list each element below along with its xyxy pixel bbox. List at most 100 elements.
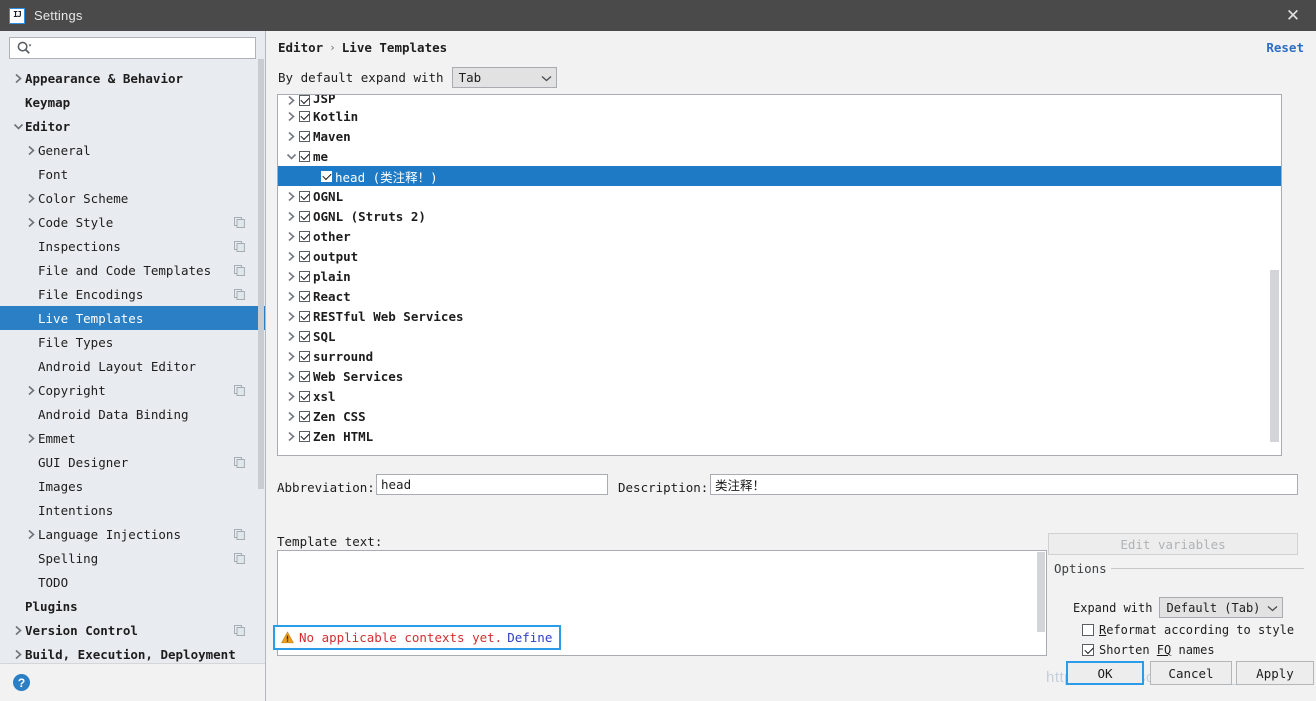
breadcrumb-root[interactable]: Editor [278, 40, 323, 55]
chevron-down-icon[interactable] [283, 152, 299, 161]
sidebar-item-file-types[interactable]: File Types [0, 330, 265, 354]
template-tree-row[interactable]: other [278, 226, 1281, 246]
help-icon[interactable]: ? [13, 674, 30, 691]
template-tree-row[interactable]: me [278, 146, 1281, 166]
sidebar-item-copyright[interactable]: Copyright [0, 378, 265, 402]
sidebar-scrollbar[interactable] [258, 59, 264, 489]
template-tree-row[interactable]: Kotlin [278, 106, 1281, 126]
template-tree-row[interactable]: plain [278, 266, 1281, 286]
chevron-right-icon[interactable] [283, 191, 299, 202]
chevron-right-icon[interactable] [283, 251, 299, 262]
define-context-link[interactable]: Define [507, 630, 552, 645]
chevron-right-icon[interactable] [283, 271, 299, 282]
chevron-right-icon[interactable] [283, 411, 299, 422]
edit-variables-button[interactable]: Edit variables [1048, 533, 1298, 555]
chevron-right-icon[interactable] [283, 111, 299, 122]
template-tree-row[interactable]: OGNL [278, 186, 1281, 206]
chevron-right-icon[interactable] [24, 433, 38, 444]
sidebar-item-editor[interactable]: Editor [0, 114, 265, 138]
template-tree-row[interactable]: head (类注释！) [278, 166, 1281, 186]
sidebar-item-todo[interactable]: TODO [0, 570, 265, 594]
chevron-right-icon[interactable] [283, 131, 299, 142]
template-enabled-checkbox[interactable] [299, 211, 310, 222]
sidebar-item-general[interactable]: General [0, 138, 265, 162]
description-input[interactable] [710, 474, 1298, 495]
template-text-scrollbar[interactable] [1037, 552, 1045, 632]
sidebar-item-intentions[interactable]: Intentions [0, 498, 265, 522]
template-tree-row[interactable]: SQL [278, 326, 1281, 346]
sidebar-item-live-templates[interactable]: Live Templates [0, 306, 265, 330]
sidebar-item-inspections[interactable]: Inspections [0, 234, 265, 258]
template-enabled-checkbox[interactable] [299, 291, 310, 302]
sidebar-item-android-data-binding[interactable]: Android Data Binding [0, 402, 265, 426]
chevron-down-icon[interactable] [11, 122, 25, 131]
chevron-right-icon[interactable] [24, 385, 38, 396]
template-tree-row[interactable]: Zen HTML [278, 426, 1281, 446]
template-enabled-checkbox[interactable] [299, 391, 310, 402]
abbreviation-input[interactable] [376, 474, 608, 495]
template-enabled-checkbox[interactable] [299, 151, 310, 162]
chevron-right-icon[interactable] [283, 291, 299, 302]
template-tree-row[interactable]: Zen CSS [278, 406, 1281, 426]
context-warning-bar[interactable]: No applicable contexts yet. Define [273, 625, 561, 650]
chevron-right-icon[interactable] [283, 211, 299, 222]
template-tree-row[interactable]: xsl [278, 386, 1281, 406]
reset-link[interactable]: Reset [1266, 40, 1304, 55]
template-enabled-checkbox[interactable] [299, 371, 310, 382]
sidebar-item-file-encodings[interactable]: File Encodings [0, 282, 265, 306]
sidebar-item-font[interactable]: Font [0, 162, 265, 186]
chevron-right-icon[interactable] [24, 217, 38, 228]
template-enabled-checkbox[interactable] [299, 111, 310, 122]
template-enabled-checkbox[interactable] [299, 191, 310, 202]
sidebar-item-file-and-code-templates[interactable]: File and Code Templates [0, 258, 265, 282]
sidebar-item-images[interactable]: Images [0, 474, 265, 498]
chevron-right-icon[interactable] [283, 331, 299, 342]
template-enabled-checkbox[interactable] [321, 171, 332, 182]
chevron-right-icon[interactable] [283, 95, 299, 106]
chevron-right-icon[interactable] [11, 649, 25, 660]
ok-button[interactable]: OK [1066, 661, 1144, 685]
chevron-right-icon[interactable] [283, 371, 299, 382]
template-tree-row[interactable]: RESTful Web Services [278, 306, 1281, 326]
template-enabled-checkbox[interactable] [299, 251, 310, 262]
template-tree-row[interactable]: Maven [278, 126, 1281, 146]
apply-button[interactable]: Apply [1236, 661, 1314, 685]
chevron-right-icon[interactable] [11, 73, 25, 84]
template-tree-row[interactable]: React [278, 286, 1281, 306]
chevron-right-icon[interactable] [11, 625, 25, 636]
sidebar-item-language-injections[interactable]: Language Injections [0, 522, 265, 546]
template-enabled-checkbox[interactable] [299, 311, 310, 322]
search-input[interactable] [32, 38, 255, 58]
chevron-right-icon[interactable] [283, 431, 299, 442]
sidebar-item-android-layout-editor[interactable]: Android Layout Editor [0, 354, 265, 378]
template-tree-row[interactable]: OGNL (Struts 2) [278, 206, 1281, 226]
chevron-right-icon[interactable] [283, 351, 299, 362]
template-enabled-checkbox[interactable] [299, 231, 310, 242]
chevron-right-icon[interactable] [283, 231, 299, 242]
template-tree-row[interactable]: output [278, 246, 1281, 266]
search-box[interactable] [9, 37, 256, 59]
template-enabled-checkbox[interactable] [299, 431, 310, 442]
template-enabled-checkbox[interactable] [299, 351, 310, 362]
template-tree-row[interactable]: Web Services [278, 366, 1281, 386]
chevron-right-icon[interactable] [283, 391, 299, 402]
template-tree-row[interactable]: JSP [278, 95, 1281, 106]
default-expand-select[interactable]: Tab [452, 67, 557, 88]
sidebar-item-gui-designer[interactable]: GUI Designer [0, 450, 265, 474]
sidebar-item-keymap[interactable]: Keymap [0, 90, 265, 114]
sidebar-item-appearance-behavior[interactable]: Appearance & Behavior [0, 66, 265, 90]
chevron-right-icon[interactable] [283, 311, 299, 322]
reformat-checkbox-row[interactable]: Reformat according to style [1082, 623, 1294, 637]
chevron-right-icon[interactable] [24, 193, 38, 204]
expand-with-select[interactable]: Default (Tab) [1159, 597, 1283, 618]
sidebar-item-color-scheme[interactable]: Color Scheme [0, 186, 265, 210]
sidebar-item-code-style[interactable]: Code Style [0, 210, 265, 234]
reformat-checkbox[interactable] [1082, 624, 1094, 636]
sidebar-item-plugins[interactable]: Plugins [0, 594, 265, 618]
template-enabled-checkbox[interactable] [299, 131, 310, 142]
chevron-right-icon[interactable] [24, 529, 38, 540]
template-enabled-checkbox[interactable] [299, 331, 310, 342]
sidebar-item-emmet[interactable]: Emmet [0, 426, 265, 450]
sidebar-item-spelling[interactable]: Spelling [0, 546, 265, 570]
sidebar-item-version-control[interactable]: Version Control [0, 618, 265, 642]
